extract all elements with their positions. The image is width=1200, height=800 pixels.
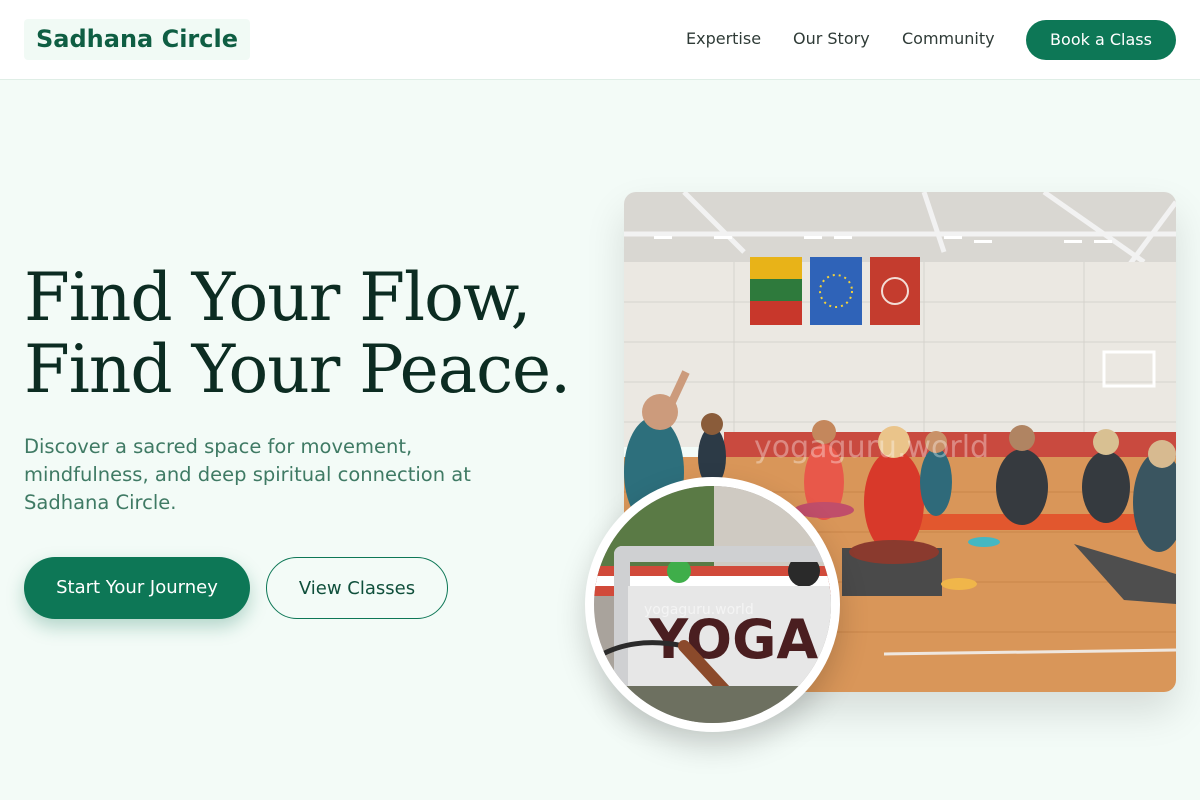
hero-title-line-1: Find Your Flow,: [24, 259, 532, 336]
hero-subtitle: Discover a sacred space for movement, mi…: [24, 435, 471, 514]
main-photo-watermark: yogaguru.world: [754, 430, 989, 465]
brand-logo[interactable]: Sadhana Circle: [24, 19, 250, 60]
start-journey-button[interactable]: Start Your Journey: [24, 557, 250, 619]
nav-link-community[interactable]: Community: [902, 28, 995, 50]
site-header: Sadhana Circle Expertise Our Story Commu…: [0, 0, 1200, 80]
circle-photo-watermark: yogaguru.world: [644, 602, 754, 618]
hero-title: Find Your Flow, Find Your Peace.: [24, 262, 584, 406]
view-classes-button[interactable]: View Classes: [266, 557, 448, 619]
nav-link-our-story[interactable]: Our Story: [793, 28, 870, 50]
book-class-button[interactable]: Book a Class: [1026, 20, 1176, 60]
yoga-sign-photo: YOGA yogaguru.world: [585, 477, 840, 732]
hero-title-line-2: Find Your Peace.: [24, 331, 571, 408]
nav-link-expertise[interactable]: Expertise: [686, 28, 761, 50]
